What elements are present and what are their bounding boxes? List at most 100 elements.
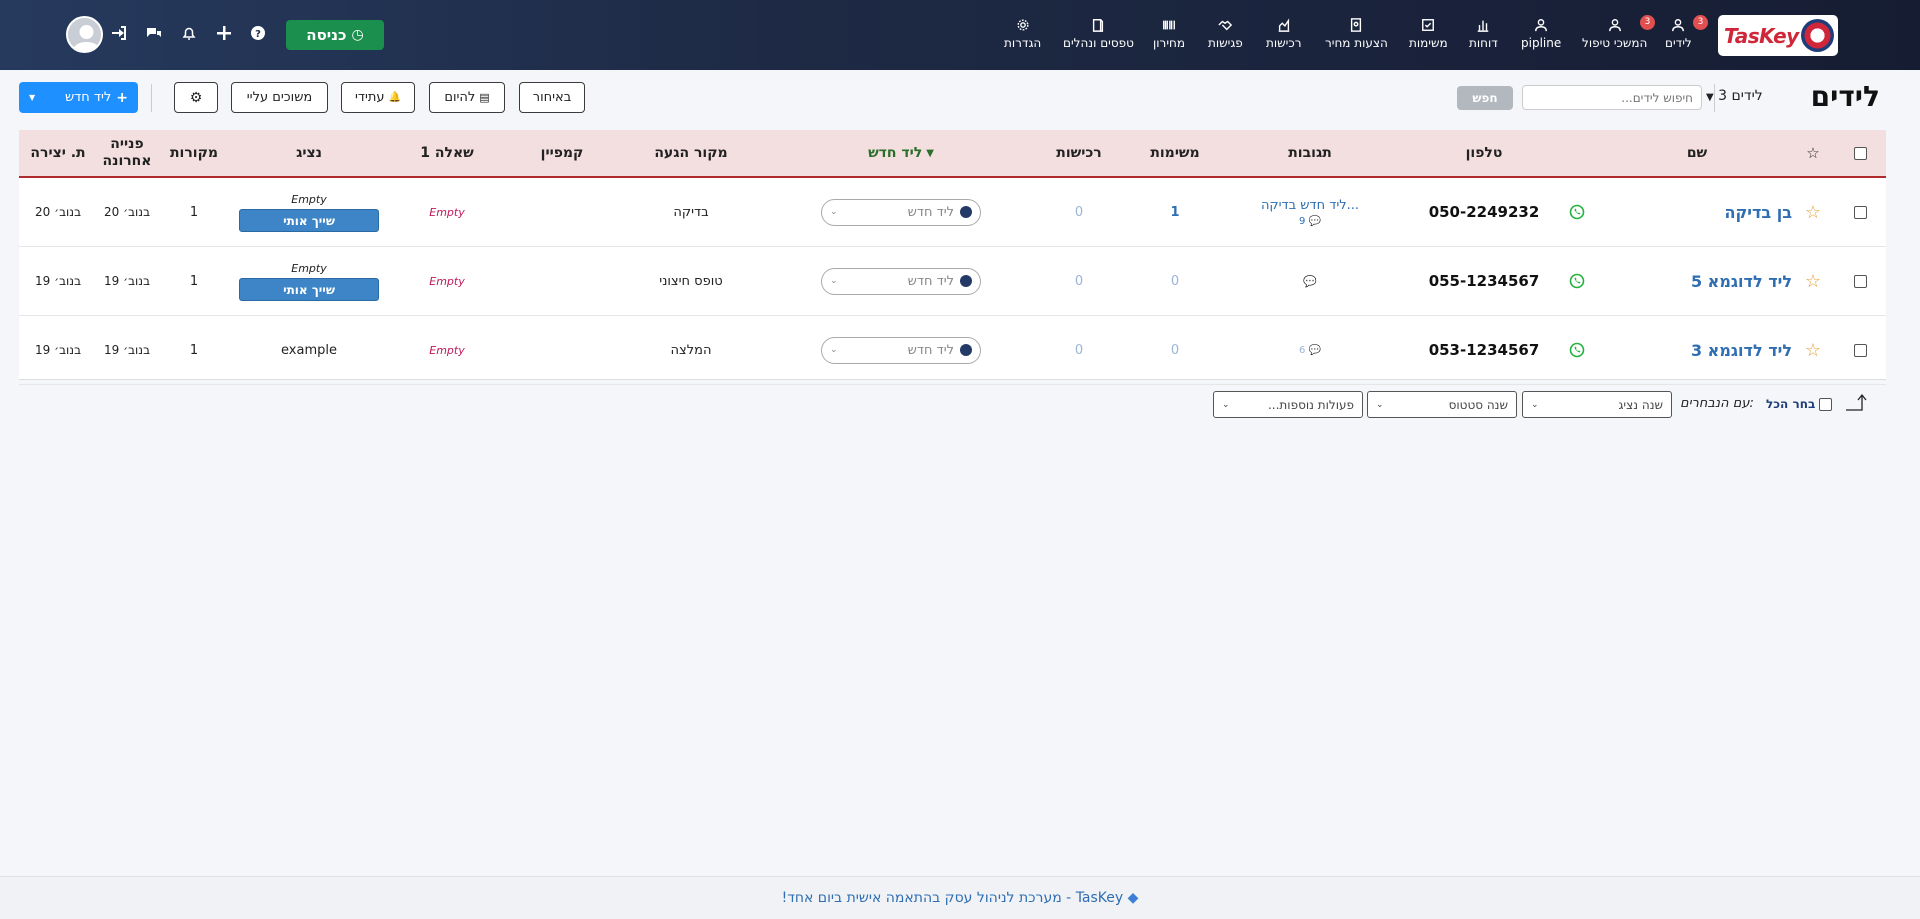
col-name[interactable]: שם <box>1632 130 1762 176</box>
phone-number[interactable]: 050-2249232 <box>1419 178 1549 246</box>
assign-me-button[interactable]: שייך אותי <box>239 277 379 301</box>
nav-item-followups[interactable]: המשכי טיפול 3 <box>1582 15 1655 50</box>
more-actions-select[interactable]: פעולות נוספות... ⌄ <box>1213 391 1363 418</box>
nav-item-leads[interactable]: לידים 3 <box>1665 15 1708 50</box>
col-responses[interactable]: תגובות <box>1245 130 1375 176</box>
select-all-label[interactable]: בחר הכל <box>1766 397 1815 411</box>
nav-item-reports[interactable]: דוחות <box>1469 18 1498 50</box>
column-settings-button[interactable]: ⚙ <box>174 82 218 113</box>
footer-text[interactable]: TasKey - מערכת לניהול עסק בהתאמה אישית ב… <box>782 890 1124 906</box>
star-icon[interactable]: ☆ <box>1798 178 1828 246</box>
login-icon[interactable] <box>109 23 129 43</box>
nav-label: פגישות <box>1208 36 1243 50</box>
col-rep[interactable]: נציג <box>239 130 379 176</box>
nav-item-forms[interactable]: טפסים ונהלים <box>1063 18 1134 50</box>
chat-icon[interactable] <box>144 23 164 43</box>
status-select[interactable]: ליד חדש ⌄ <box>801 316 1001 384</box>
help-icon[interactable]: ? <box>248 23 268 43</box>
nav-item-meetings[interactable]: פגישות <box>1208 18 1243 50</box>
nav-item-settings[interactable]: הגדרות <box>1004 18 1041 50</box>
whatsapp-icon[interactable] <box>1562 247 1592 315</box>
lead-name-link[interactable]: ליד לדוגמא 3 <box>1632 316 1792 384</box>
campaign-cell <box>512 316 612 384</box>
col-campaign[interactable]: קמפיין <box>512 130 612 176</box>
nav-label: pipline <box>1521 36 1562 50</box>
responses-cell[interactable]: ליד חדש בדיקה... 9 💬 <box>1225 178 1395 246</box>
change-rep-select[interactable]: שנה נציג ⌄ <box>1522 391 1672 418</box>
bulk-select-all-checkbox[interactable] <box>1819 398 1832 411</box>
nav-item-pricelist[interactable]: מחירון <box>1153 18 1185 50</box>
chevron-down-icon: ⌄ <box>1531 399 1539 410</box>
rep-value: Empty <box>291 192 327 206</box>
chevron-down-icon: ⌄ <box>1222 399 1230 410</box>
purchases-count[interactable]: 0 <box>1029 178 1129 246</box>
row-checkbox[interactable] <box>1845 316 1875 384</box>
nav-item-purchases[interactable]: רכישות <box>1266 18 1301 50</box>
tasks-value: 0 <box>1170 273 1180 289</box>
rep-value: example <box>281 342 337 358</box>
nav-item-tasks[interactable]: משימות <box>1409 18 1448 50</box>
chevron-down-icon: ⌄ <box>830 207 838 217</box>
col-source[interactable]: מקור הגעה <box>611 130 771 176</box>
filter-label: באיחור <box>532 90 572 105</box>
tasks-count[interactable]: 0 <box>1125 247 1225 315</box>
col-phone[interactable]: טלפון <box>1419 130 1549 176</box>
filter-future-button[interactable]: עתידי 🔔 <box>341 82 415 113</box>
purchases-count[interactable]: 0 <box>1029 247 1129 315</box>
purchases-value: 0 <box>1074 204 1084 220</box>
col-status-filter[interactable]: ליד חדש ▼ <box>821 130 981 176</box>
taskey-logo[interactable]: TasKey <box>1718 15 1838 56</box>
user-avatar[interactable] <box>66 16 103 53</box>
tasks-count[interactable]: 1 <box>1125 178 1225 246</box>
table-row[interactable]: ☆ ליד לדוגמא 3 053-1234567 6 💬 0 0 ליד ח… <box>19 316 1886 385</box>
change-status-select[interactable]: שנה סטטוס ⌄ <box>1367 391 1517 418</box>
search-button[interactable]: חפש <box>1457 86 1513 110</box>
nav-item-pipeline[interactable]: pipline <box>1521 18 1561 50</box>
phone-number[interactable]: 053-1234567 <box>1419 316 1549 384</box>
responses-cell[interactable]: 💬 <box>1225 247 1395 315</box>
nav-label: דוחות <box>1469 36 1498 50</box>
tasks-count[interactable]: 0 <box>1125 316 1225 384</box>
phone-number[interactable]: 055-1234567 <box>1419 247 1549 315</box>
status-select[interactable]: ליד חדש ⌄ <box>801 178 1001 246</box>
assign-me-button[interactable]: שייך אותי <box>239 208 379 232</box>
status-value: ליד חדש <box>907 273 954 289</box>
with-selected-label: עם הנבחרים: <box>1680 396 1754 411</box>
col-sources[interactable]: מקורות <box>159 130 229 176</box>
table-row[interactable]: ☆ בן בדיקה 050-2249232 ליד חדש בדיקה... … <box>19 178 1886 247</box>
comments-icon: 💬 <box>1303 274 1317 288</box>
col-question1[interactable]: שאלה 1 <box>397 130 497 176</box>
last-contact-value: 20 בנוב׳ <box>103 205 151 219</box>
table-row[interactable]: ☆ ליד לדוגמא 5 055-1234567 💬 0 0 ליד חדש… <box>19 247 1886 316</box>
star-icon[interactable]: ☆ <box>1798 247 1828 315</box>
lead-name-link[interactable]: בן בדיקה <box>1632 178 1792 246</box>
row-checkbox[interactable] <box>1845 247 1875 315</box>
search-input[interactable] <box>1522 85 1702 110</box>
new-lead-button[interactable]: ▼ ליד חדש + <box>19 82 138 113</box>
responses-cell[interactable]: 6 💬 <box>1225 316 1395 384</box>
col-last-contact[interactable]: פנייה אחרונה <box>97 130 157 176</box>
whatsapp-icon[interactable] <box>1562 178 1592 246</box>
col-purchases[interactable]: רכישות <box>1029 130 1129 176</box>
lead-count: 3 לידים <box>1718 88 1763 104</box>
lead-name-link[interactable]: ליד לדוגמא 5 <box>1632 247 1792 315</box>
star-header-icon[interactable]: ☆ <box>1798 130 1828 176</box>
col-created[interactable]: ת. יצירה <box>23 130 93 176</box>
status-dot-icon <box>960 206 972 218</box>
filter-assigned-button[interactable]: משוכים עליי <box>231 82 328 113</box>
col-tasks[interactable]: משימות <box>1125 130 1225 176</box>
purchases-count[interactable]: 0 <box>1029 316 1129 384</box>
filter-late-button[interactable]: באיחור <box>519 82 585 113</box>
filter-label: עתידי <box>354 90 385 105</box>
select-all-header-checkbox[interactable] <box>1845 130 1875 176</box>
star-icon[interactable]: ☆ <box>1798 316 1828 384</box>
filter-today-button[interactable]: להיום ▤ <box>429 82 505 113</box>
nav-badge: 3 <box>1693 15 1708 30</box>
whatsapp-icon[interactable] <box>1562 316 1592 384</box>
plus-icon[interactable] <box>214 23 234 43</box>
bell-icon[interactable] <box>179 23 199 43</box>
row-checkbox[interactable] <box>1845 178 1875 246</box>
status-select[interactable]: ליד חדש ⌄ <box>801 247 1001 315</box>
nav-item-quotes[interactable]: הצעות מחיר <box>1325 18 1388 50</box>
enter-button[interactable]: כניסה ◷ <box>286 20 384 50</box>
